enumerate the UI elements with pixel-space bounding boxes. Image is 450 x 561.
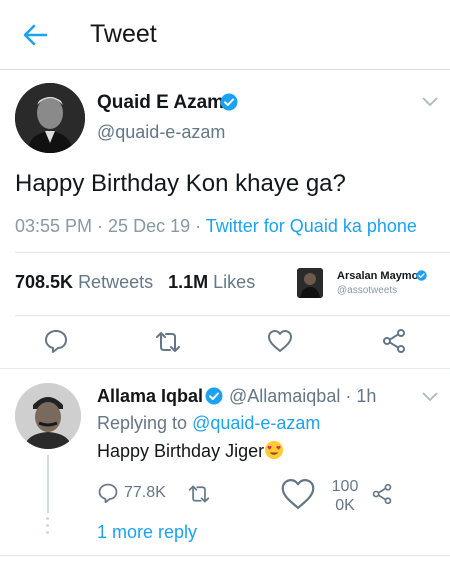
retweets-stat[interactable]: 708.5K Retweets (15, 272, 153, 292)
page-title: Tweet (90, 20, 157, 48)
reply-text-content: Happy Birthday Jiger (97, 441, 265, 461)
reply-like-count: 100 0K (328, 477, 362, 515)
reply-author-avatar[interactable] (15, 383, 81, 449)
watermark-name: Arsalan Maymon (337, 270, 426, 282)
verified-badge-icon (416, 270, 427, 281)
like-count-line: 100 (331, 478, 359, 495)
tweet-date: 25 Dec 19 (108, 216, 191, 236)
portrait-image (15, 83, 85, 153)
chevron-down-icon[interactable] (422, 392, 438, 402)
likes-stat[interactable]: 1.1M Likes (168, 272, 255, 292)
like-icon[interactable] (280, 476, 316, 512)
back-arrow-icon[interactable] (20, 20, 50, 50)
share-icon[interactable] (371, 483, 393, 505)
divider (0, 555, 450, 556)
retweet-icon[interactable] (188, 483, 210, 505)
more-replies-link[interactable]: 1 more reply (97, 522, 197, 543)
replying-mention-link[interactable]: @quaid-e-azam (192, 413, 320, 433)
reply-icon[interactable] (43, 328, 69, 354)
retweet-icon[interactable] (155, 329, 181, 355)
verified-badge-icon (220, 93, 238, 111)
verified-badge-icon (205, 387, 223, 405)
like-icon[interactable] (267, 328, 293, 354)
heart-eyes-emoji-icon (265, 441, 284, 459)
divider (0, 368, 450, 369)
meta-separator: · (190, 216, 206, 236)
replying-to: Replying to @quaid-e-azam (97, 413, 320, 434)
portrait-image (15, 383, 81, 449)
tweet-stats: 708.5K Retweets 1.1M Likes (15, 272, 255, 293)
tweet-text: Happy Birthday Kon khaye ga? (15, 170, 346, 197)
likes-label: Likes (213, 272, 256, 292)
author-handle[interactable]: @quaid-e-azam (97, 122, 225, 143)
tweet-source-link[interactable]: Twitter for Quaid ka phone (206, 216, 417, 236)
meta-separator: · (92, 216, 109, 236)
retweets-label: Retweets (78, 272, 154, 292)
likes-count: 1.1M (168, 272, 209, 292)
top-bar: Tweet (0, 0, 450, 70)
author-name[interactable]: Quaid E Azam (97, 92, 224, 114)
chevron-down-icon[interactable] (422, 97, 438, 107)
watermark-avatar (297, 268, 323, 298)
divider (15, 252, 450, 253)
divider (15, 315, 450, 316)
reply-author-name[interactable]: Allama Iqbal (97, 386, 203, 407)
watermark-handle: @assotweets (337, 285, 398, 296)
thread-line (47, 455, 49, 513)
like-count-line: 0K (335, 497, 355, 514)
reply-icon[interactable] (97, 482, 119, 504)
tweet-meta: 03:55 PM · 25 Dec 19 · Twitter for Quaid… (15, 216, 417, 237)
tweet-time: 03:55 PM (15, 216, 93, 236)
share-icon[interactable] (381, 328, 407, 354)
retweets-count: 708.5K (15, 272, 74, 292)
thread-dots (46, 517, 50, 537)
replying-prefix: Replying to (97, 413, 193, 433)
author-avatar[interactable] (15, 83, 85, 153)
reply-count: 77.8K (124, 484, 166, 501)
reply-text: Happy Birthday Jiger (97, 440, 284, 462)
reply-author-handle[interactable]: @Allamaiqbal · 1h (229, 386, 376, 407)
